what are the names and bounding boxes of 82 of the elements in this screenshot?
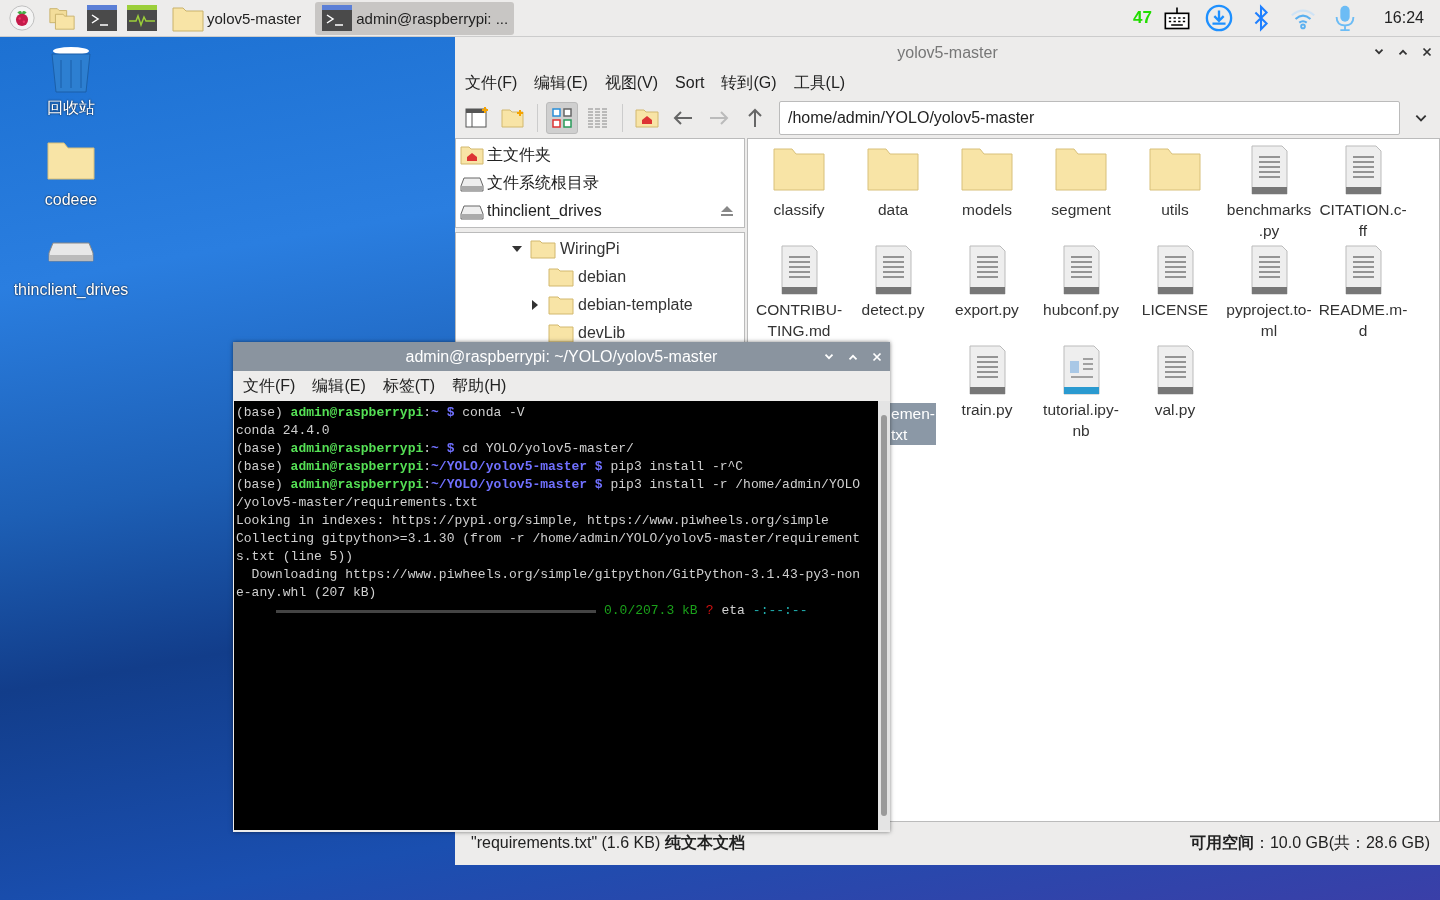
file-name[interactable]: README.m- d [1317, 299, 1409, 341]
folder-icon [530, 239, 556, 259]
folder-icon [172, 4, 204, 32]
terminal-line: (base) admin@raspberrypi:~/YOLO/yolov5-master $ pip3 install -r /home/admin/YOLO [236, 476, 862, 494]
rate-text: ? [705, 602, 714, 620]
place-item[interactable]: 文件系统根目录 [487, 172, 740, 194]
file-name[interactable]: LICENSE [1140, 299, 1210, 320]
place-item[interactable]: thinclient_drives [487, 202, 717, 220]
cpu-usage-text: 47 [1133, 8, 1152, 28]
desktop-icon-label[interactable]: 回收站 [47, 98, 95, 119]
activity-monitor-icon[interactable] [126, 4, 158, 32]
menu-item[interactable]: 标签(T) [382, 375, 436, 397]
terminal-line: Collecting gitpython>=3.1.30 (from -r /home/admin/YOLO/yolov5-master/requirement [236, 530, 862, 548]
list-icon [586, 106, 610, 130]
file-name[interactable]: detect.py [860, 299, 926, 320]
menu-item[interactable]: 工具(L) [793, 72, 846, 94]
new-folder-icon [501, 106, 525, 130]
tree-item[interactable]: devLib [578, 324, 626, 342]
menu-item[interactable]: 视图(V) [604, 72, 659, 94]
file-name[interactable]: CONTRIBU- TING.md [754, 299, 844, 341]
window-title: admin@raspberrypi: ~/YOLO/yolov5-master [405, 347, 718, 366]
download-icon[interactable] [1204, 4, 1233, 32]
collapsed-arrow-icon[interactable] [530, 300, 540, 310]
download-size-text: 0.0/207.3 kB [604, 602, 698, 620]
window-title: yolov5-master [897, 43, 998, 62]
window-icon [465, 106, 489, 130]
terminal-icon[interactable] [86, 4, 118, 32]
folder-icon [548, 267, 574, 287]
home-folder-icon[interactable] [460, 144, 484, 166]
desktop-icon-label[interactable]: thinclient_drives [13, 281, 129, 299]
file-name[interactable]: export.py [954, 299, 1020, 320]
file-name[interactable]: CITATION.c- ff [1318, 199, 1408, 241]
place-item[interactable]: 主文件夹 [487, 144, 740, 166]
tree-item[interactable]: WiringPi [560, 240, 620, 258]
file-name[interactable]: utils [1160, 199, 1190, 220]
menu-item[interactable]: Sort [675, 74, 705, 92]
folder-icon [548, 295, 574, 315]
file-name[interactable]: benchmarks .py [1225, 199, 1313, 241]
tree-item[interactable]: debian [578, 268, 627, 286]
terminal-line: s.txt (line 5)) [236, 548, 355, 566]
file-name[interactable]: models [961, 199, 1013, 220]
terminal-line: e-any.whl (207 kB) [236, 584, 378, 602]
home-folder-icon [635, 106, 659, 130]
file-name[interactable]: val.py [1153, 399, 1197, 420]
clock-text: 16:24 [1383, 9, 1424, 27]
terminal-line: conda 24.4.0 [236, 422, 331, 440]
expanded-arrow-icon[interactable] [512, 244, 522, 254]
icon-view-button[interactable] [546, 102, 578, 134]
menu-item[interactable]: 文件(F) [465, 72, 518, 94]
taskbar-button[interactable]: admin@raspberrypi: ... [315, 1, 515, 35]
scrollbar[interactable] [878, 401, 890, 830]
tree-item[interactable]: debian-template [578, 296, 693, 314]
terminal-line: (base) admin@raspberrypi:~ $ conda -V [236, 404, 526, 422]
terminal-line: (base) admin@raspberrypi:~ $ cd YOLO/yolov5-master/ [236, 440, 635, 458]
file-name[interactable]: tutorial.ipy- nb [1042, 399, 1120, 441]
file-name[interactable]: pyproject.to- ml [1225, 299, 1313, 341]
taskbar-button[interactable]: yolov5-master [166, 1, 308, 35]
file-name[interactable]: train.py [960, 399, 1014, 420]
terminal-line: /yolov5-master/requirements.txt [236, 494, 479, 512]
menu-item[interactable]: 编辑(E) [312, 375, 366, 397]
desktop-icon-label[interactable]: codeee [44, 191, 98, 209]
file-name[interactable]: data [876, 199, 910, 220]
eject-icon[interactable] [720, 204, 734, 218]
status-text: "requirements.txt" (1.6 KB) 纯文本文档 [471, 833, 745, 853]
terminal-line: (base) admin@raspberrypi:~/YOLO/yolov5-master $ pip3 install -r^C [236, 458, 745, 476]
path-field[interactable]: /home/admin/YOLO/yolov5-master [779, 101, 1400, 135]
terminal-line: Downloading https://www.piwheels.org/simple/gitpython/GitPython-3.1.43-py3-non [250, 566, 862, 584]
menu-item[interactable]: 文件(F) [243, 375, 296, 397]
eta-label: eta [721, 602, 745, 620]
grid-icon [550, 106, 574, 130]
terminal-line: Looking in indexes: https://pypi.org/simple, https://www.piwheels.org/simple [236, 512, 830, 530]
menu-item[interactable]: 编辑(E) [534, 72, 588, 94]
raspberry-menu-icon[interactable] [6, 4, 38, 32]
menu-item[interactable]: 转到(G) [721, 72, 777, 94]
close-icon[interactable] [1420, 45, 1434, 59]
terminal-icon [321, 4, 354, 32]
file-name[interactable]: hubconf.py [1042, 299, 1120, 320]
eta-text: -:--:-- [752, 602, 808, 620]
free-space-text: 可用空间：10.0 GB(共：28.6 GB) [1189, 833, 1430, 853]
file-name[interactable]: classify [772, 199, 826, 220]
file-name[interactable]: segment [1050, 199, 1112, 220]
menu-item[interactable]: 帮助(H) [452, 375, 507, 397]
